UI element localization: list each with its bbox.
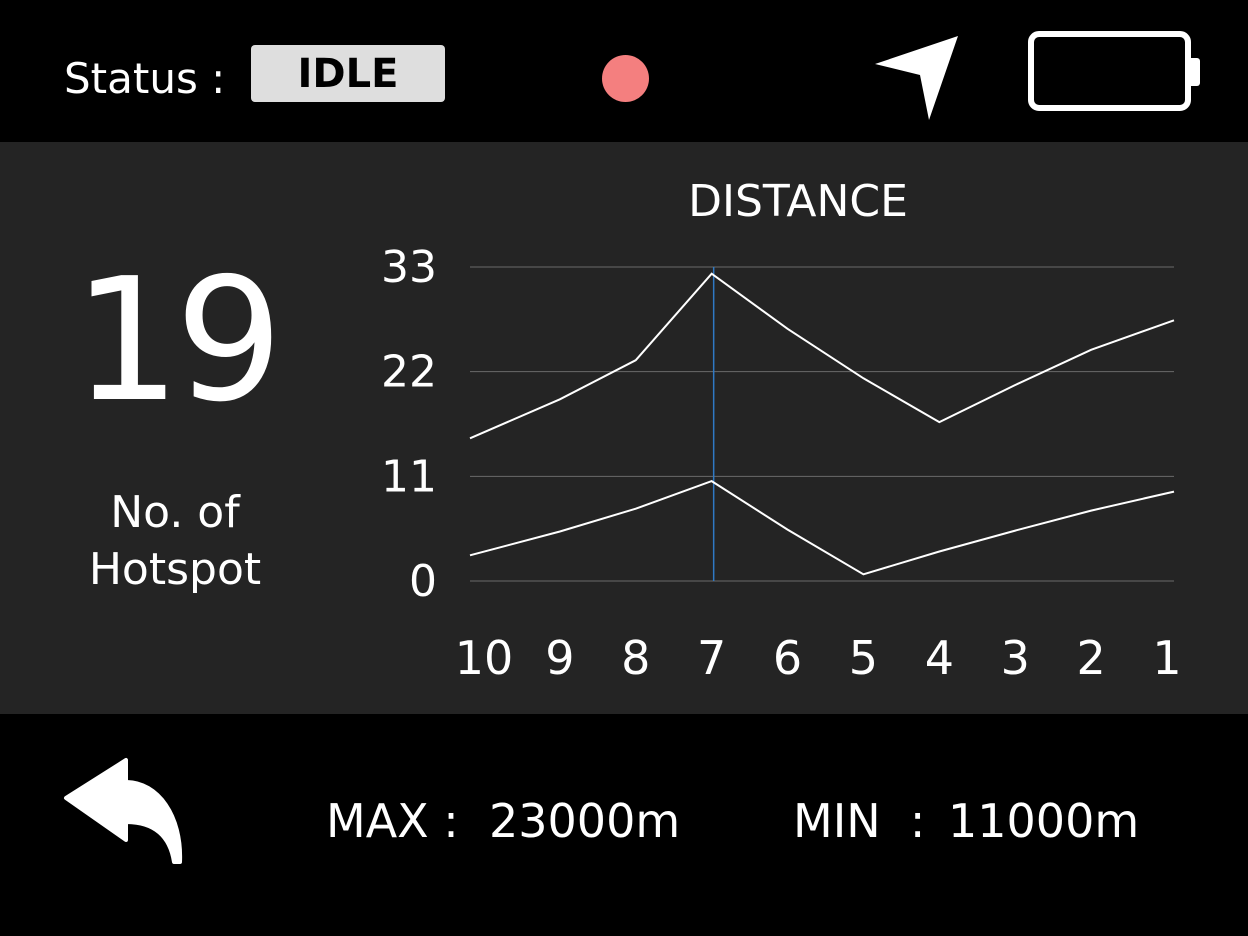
min-label: MIN : (793, 794, 926, 848)
x-tick-label: 7 (697, 631, 726, 685)
chart-title: DISTANCE (688, 176, 908, 227)
distance-chart: DISTANCE 0 11 22 33 10 9 8 7 6 5 4 3 2 1 (381, 176, 1182, 685)
y-tick-label: 0 (409, 556, 437, 607)
x-tick-label: 2 (1076, 631, 1105, 685)
y-tick-label: 11 (381, 451, 437, 502)
x-tick-label: 10 (455, 631, 514, 685)
series-line (469, 272, 1175, 440)
max-label: MAX : (326, 794, 459, 848)
series-line (469, 479, 1175, 576)
y-tick-label: 22 (381, 347, 437, 398)
x-tick-label: 9 (545, 631, 574, 685)
x-tick-label: 6 (773, 631, 802, 685)
back-arrow-icon[interactable] (60, 756, 190, 868)
x-tick-label: 3 (1001, 631, 1030, 685)
x-tick-label: 8 (621, 631, 650, 685)
x-tick-label: 5 (849, 631, 878, 685)
max-value: 23000m (489, 794, 681, 848)
x-tick-label: 4 (925, 631, 954, 685)
y-tick-label: 33 (381, 242, 437, 293)
min-value: 11000m (948, 794, 1140, 848)
x-tick-label: 1 (1152, 631, 1181, 685)
